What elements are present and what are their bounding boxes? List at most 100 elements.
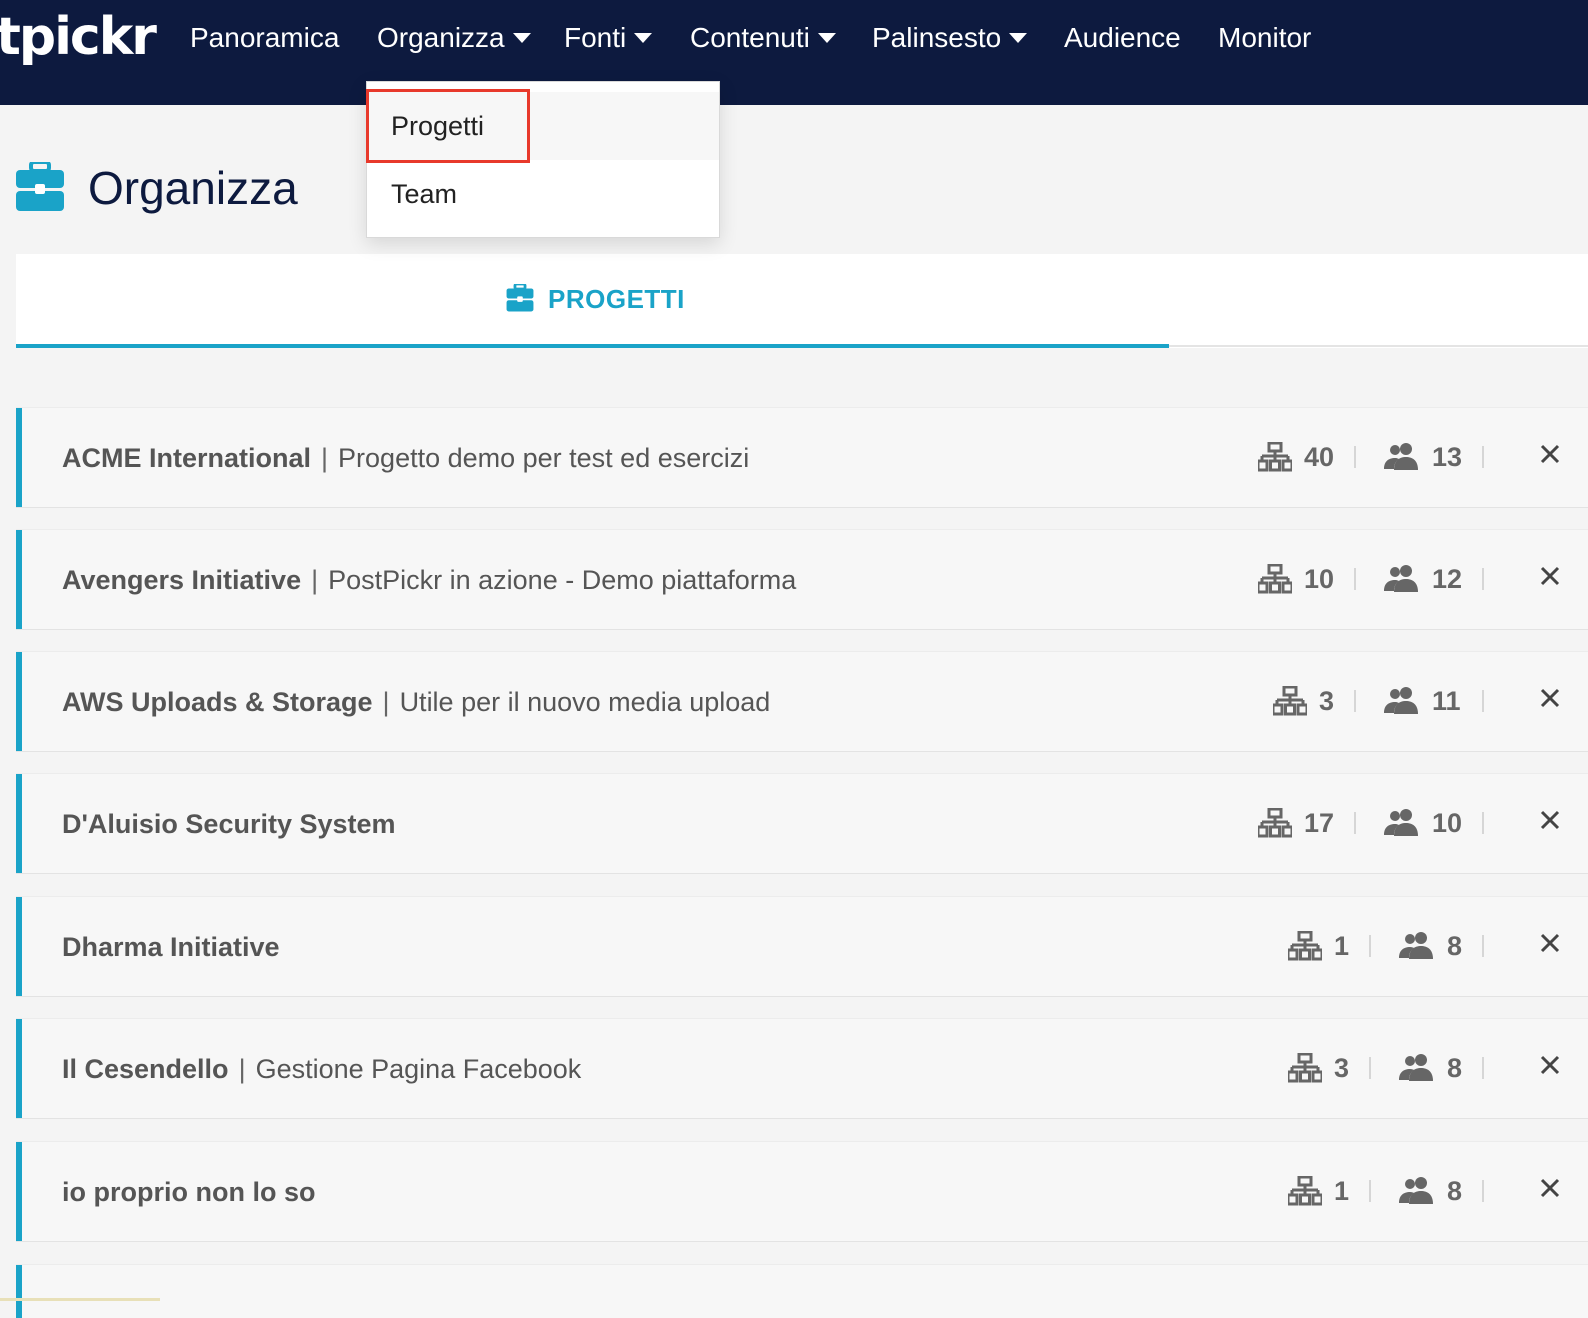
tab-progetti[interactable]: PROGETTI [548,282,685,316]
divider [1482,1180,1484,1202]
divider [1482,812,1484,834]
list-item[interactable] [16,1264,1588,1318]
project-name[interactable]: AWS Uploads & Storage [62,687,373,717]
project-metrics: 38 [1286,1049,1560,1089]
project-text: AWS Uploads & Storage | Utile per il nuovo… [62,684,770,720]
users-icon [1399,932,1433,959]
caret-down-icon [1009,32,1028,43]
caret-down-icon [817,32,836,43]
project-row[interactable]: D'Aluisio Security System 17 10 [16,773,1588,874]
users-icon [1384,809,1418,836]
active-tab-indicator [16,344,1169,348]
members-count: 10 [1432,808,1463,838]
divider [1354,812,1356,834]
project-text: D'Aluisio Security System [62,806,396,842]
nav-item-audience[interactable]: Audience [1064,20,1181,56]
sitemap-icon [1286,930,1324,961]
members-count: 8 [1447,931,1463,961]
users-icon [1399,1054,1433,1081]
nav-item-fonti[interactable]: Fonti [564,20,653,56]
page-title: Organizza [88,162,298,214]
project-metrics: 10 12 [1256,560,1560,600]
project-name[interactable]: Dharma Initiative [62,932,280,962]
tabs-panel [16,254,1588,348]
project-row[interactable]: io proprio non lo so 1 8 [16,1141,1588,1242]
nav-item-label: Panoramica [190,22,340,53]
sources-count: 1 [1334,1176,1350,1206]
nav-item-organizza[interactable]: Organizza [377,20,531,56]
close-icon[interactable] [1540,810,1560,830]
project-name[interactable]: Avengers Initiative [62,565,301,595]
nav-item-label: Organizza [377,22,505,53]
project-row[interactable]: AWS Uploads & Storage | Utile per il nuovo… [16,651,1588,752]
separator: | [311,565,319,595]
caret-down-icon [634,32,653,43]
sitemap-icon [1271,685,1309,716]
project-metrics: 18 [1286,927,1560,967]
divider [1369,935,1371,957]
divider [1482,1057,1484,1079]
project-name[interactable]: Il Cesendello [62,1054,229,1084]
separator: | [238,1054,246,1084]
sitemap-icon [1256,563,1294,594]
nav-item-monitor[interactable]: Monitor [1218,20,1311,56]
dropdown-item-progetti[interactable]: Progetti [367,92,719,160]
close-icon[interactable] [1540,566,1560,586]
project-description: Utile per il nuovo media upload [399,687,771,717]
nav-item-label: Contenuti [690,22,810,53]
project-text: Dharma Initiative [62,929,280,965]
sitemap-icon [1256,807,1294,838]
divider [1369,1180,1371,1202]
top-navbar: tpickr Panoramica Organizza Fonti Conten… [0,0,1588,105]
nav-item-palinsesto[interactable]: Palinsesto [872,20,1028,56]
users-icon [1384,443,1418,470]
sitemap-icon [1286,1175,1324,1206]
sources-count: 3 [1334,1053,1350,1083]
sources-count: 40 [1304,442,1335,472]
separator: | [321,443,329,473]
divider [1354,568,1356,590]
project-text: ACME International | Progetto demo per tes… [62,440,749,476]
briefcase-icon [16,162,64,211]
project-description: Gestione Pagina Facebook [255,1054,582,1084]
project-name[interactable]: D'Aluisio Security System [62,809,396,839]
project-description: PostPickr in azione - Demo piattaforma [328,565,797,595]
separator: | [382,687,390,717]
scroll-strip [0,1298,160,1301]
project-row[interactable]: ACME International | Progetto demo per tes… [16,407,1588,508]
project-row[interactable]: Avengers Initiative | PostPickr in azione … [16,529,1588,630]
divider [1482,568,1484,590]
close-icon[interactable] [1540,444,1560,464]
caret-down-icon [512,32,531,43]
project-row[interactable]: Dharma Initiative 1 8 [16,896,1588,997]
divider [1354,690,1356,712]
divider [1482,690,1484,712]
project-row[interactable]: Il Cesendello | Gestione Pagina Facebook 3 8 [16,1018,1588,1119]
members-count: 13 [1432,442,1463,472]
project-name[interactable]: io proprio non lo so [62,1177,315,1207]
tab-divider [1169,345,1588,347]
members-count: 8 [1447,1053,1463,1083]
nav-item-label: Monitor [1218,22,1312,53]
project-text: Avengers Initiative | PostPickr in azione … [62,562,796,598]
nav-item-label: Palinsesto [872,22,1002,53]
sources-count: 3 [1319,686,1335,716]
divider [1354,446,1356,468]
project-metrics: 40 13 [1256,438,1560,478]
sources-count: 10 [1304,564,1335,594]
organizza-dropdown-menu: Progetti Team [366,81,720,238]
briefcase-icon [506,284,534,312]
divider [1482,446,1484,468]
close-icon[interactable] [1540,1055,1560,1075]
project-name[interactable]: ACME International [62,443,311,473]
close-icon[interactable] [1540,1178,1560,1198]
close-icon[interactable] [1540,933,1560,953]
project-metrics: 17 10 [1256,804,1560,844]
close-icon[interactable] [1540,688,1560,708]
nav-item-contenuti[interactable]: Contenuti [690,20,836,56]
users-icon [1384,687,1418,714]
users-icon [1384,565,1418,592]
app-logo[interactable]: tpickr [0,6,157,68]
nav-item-panoramica[interactable]: Panoramica [190,20,339,56]
dropdown-item-team[interactable]: Team [367,160,719,228]
